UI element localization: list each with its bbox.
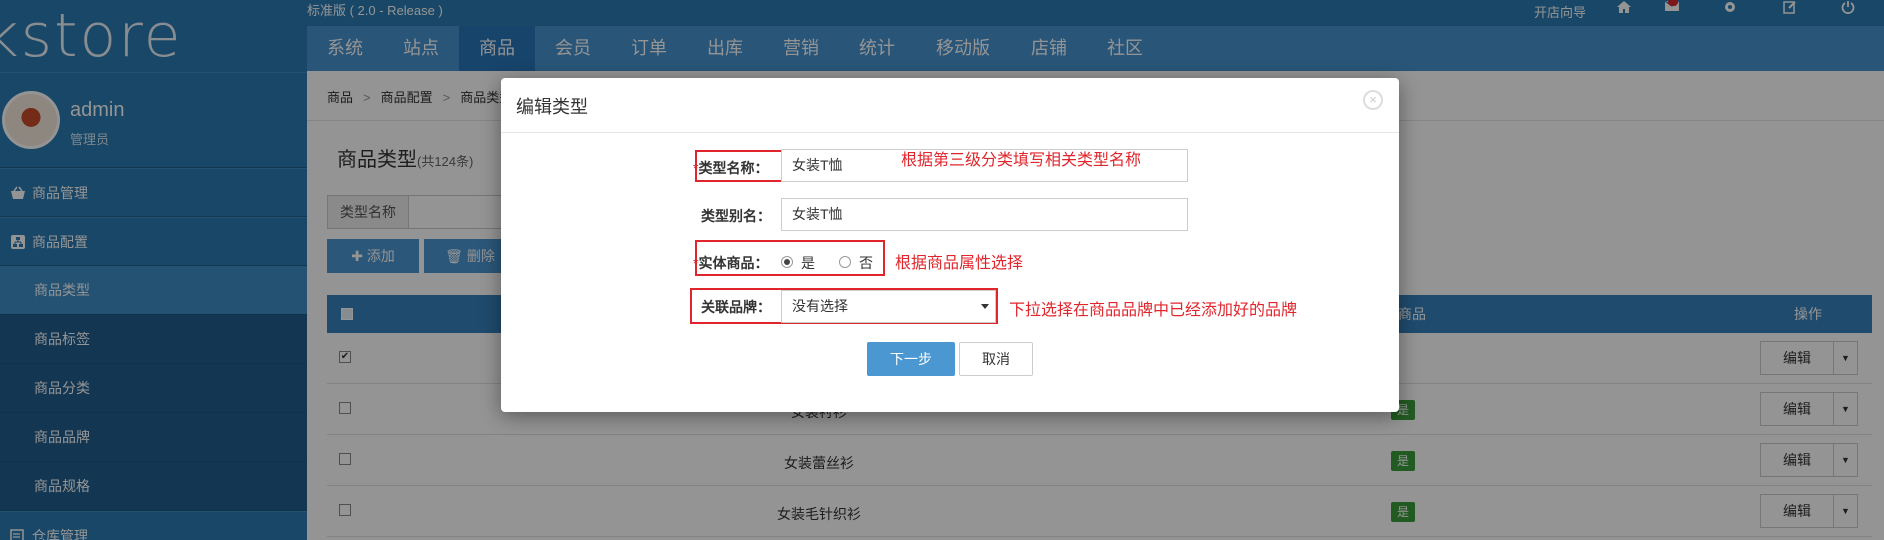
annotation-note: 根据商品属性选择 bbox=[895, 255, 1024, 272]
radio-yes[interactable] bbox=[781, 256, 793, 268]
caret-down-icon bbox=[981, 304, 989, 309]
type-name-label-text: 类型名称： bbox=[698, 160, 769, 176]
modal-title: 编辑类型 bbox=[516, 97, 588, 117]
annotation-note: 根据第三级分类填写相关类型名称 bbox=[901, 152, 1142, 169]
physical-goods-label: *实体商品： bbox=[693, 253, 768, 273]
radio-no[interactable] bbox=[839, 256, 851, 268]
modal-header: 编辑类型 × bbox=[501, 78, 1399, 133]
brand-select-value: 没有选择 bbox=[792, 298, 848, 314]
brand-label: 关联品牌： bbox=[701, 299, 771, 315]
cancel-button[interactable]: 取消 bbox=[959, 342, 1033, 376]
close-icon[interactable]: × bbox=[1363, 90, 1383, 110]
type-alias-input[interactable]: 女装T恤 bbox=[781, 198, 1188, 231]
physical-goods-label-text: 实体商品： bbox=[698, 255, 769, 271]
annotation-note: 下拉选择在商品品牌中已经添加好的品牌 bbox=[1009, 302, 1298, 319]
edit-type-modal: 编辑类型 × *类型名称： 女装T恤 根据第三级分类填写相关类型名称 类型别名：… bbox=[501, 78, 1399, 412]
type-alias-label: 类型别名： bbox=[701, 208, 771, 224]
next-button[interactable]: 下一步 bbox=[867, 342, 955, 376]
radio-no-label: 否 bbox=[859, 255, 873, 271]
type-name-label: *类型名称： bbox=[693, 158, 768, 178]
radio-yes-label: 是 bbox=[801, 255, 815, 271]
brand-select[interactable]: 没有选择 bbox=[781, 290, 996, 323]
